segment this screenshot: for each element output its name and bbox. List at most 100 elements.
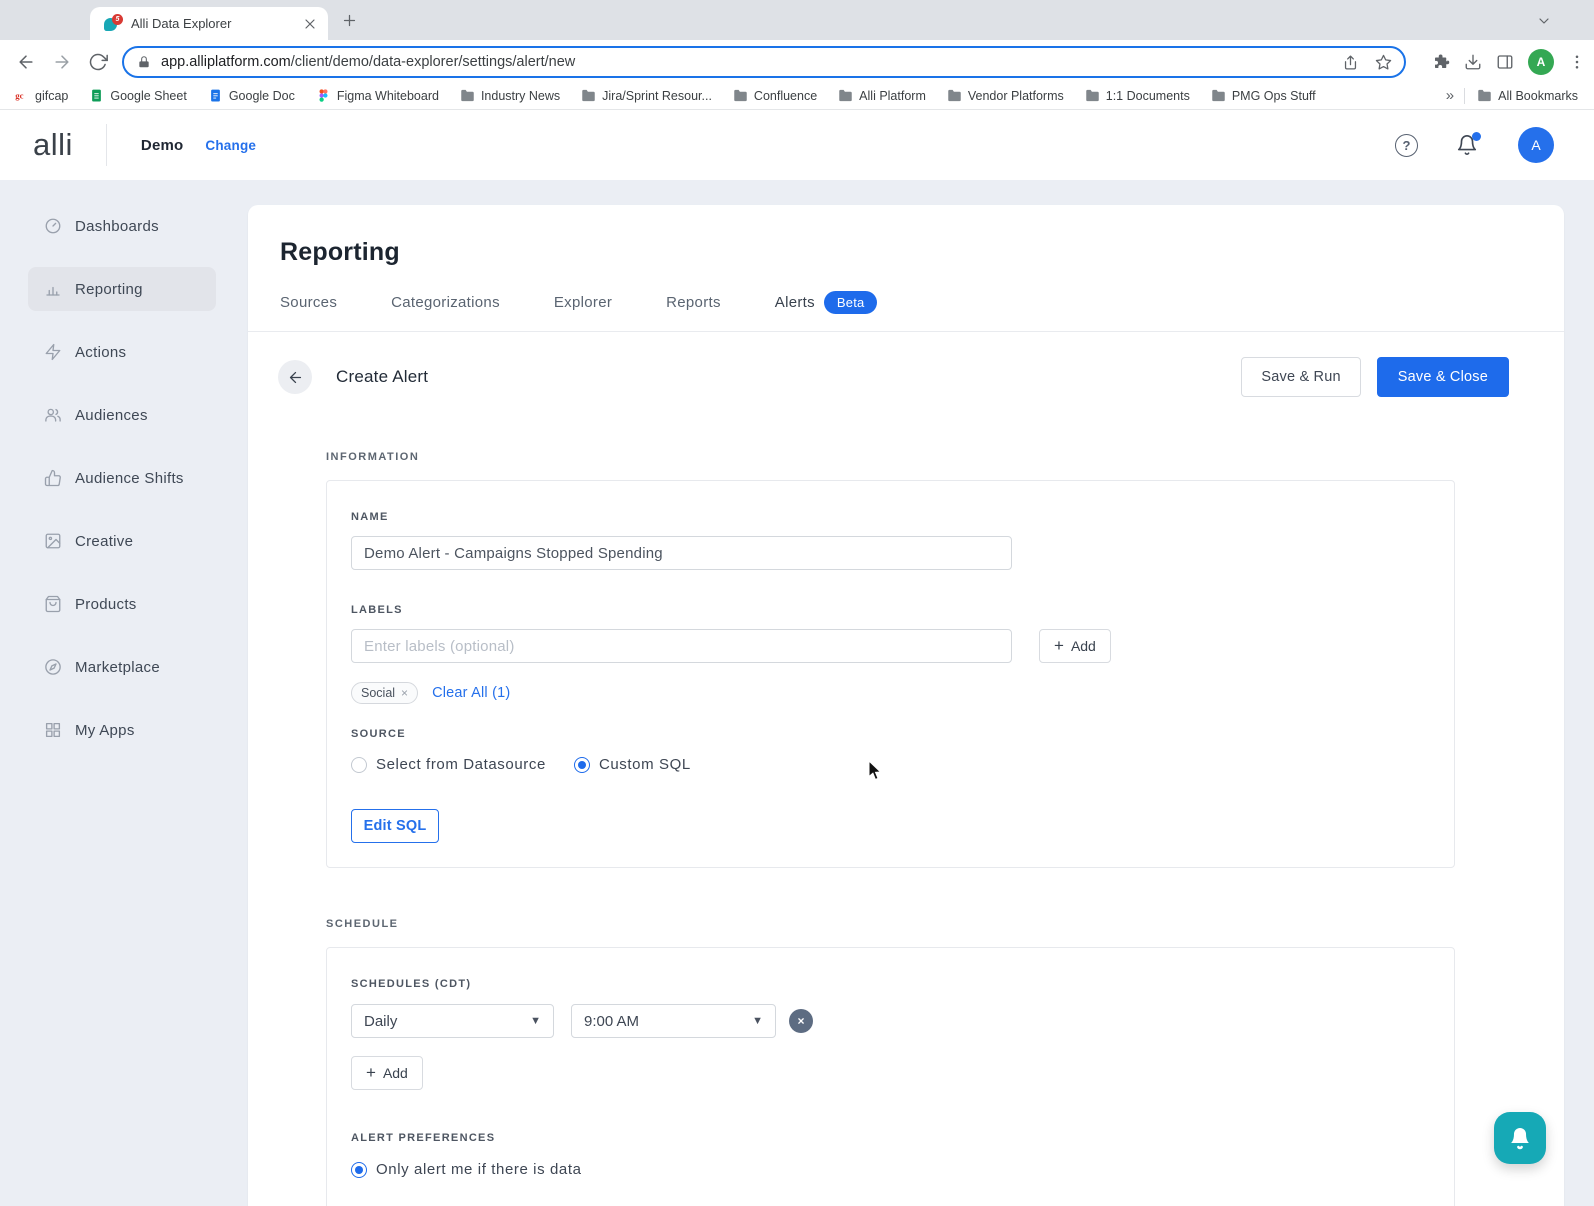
- radio-select-from-datasource[interactable]: Select from Datasource: [351, 756, 546, 773]
- add-schedule-button[interactable]: + Add: [351, 1056, 423, 1090]
- back-button-circle[interactable]: [278, 360, 312, 394]
- radio-checked-icon: [351, 1161, 367, 1178]
- bag-icon: [44, 595, 62, 613]
- bookmark-label: Jira/Sprint Resour...: [602, 88, 712, 103]
- schedule-section-label: SCHEDULE: [326, 918, 399, 930]
- chevron-down-icon: ▼: [530, 1015, 541, 1027]
- label-chip[interactable]: Social ×: [351, 682, 419, 704]
- bookmark-item[interactable]: Vendor Platforms: [947, 88, 1064, 103]
- bookmark-item[interactable]: Google Doc: [208, 88, 295, 103]
- bookmark-item[interactable]: Confluence: [733, 88, 817, 103]
- tab[interactable]: Categorizations: [391, 294, 500, 311]
- notifications-bell-icon[interactable]: [1456, 132, 1481, 156]
- bookmark-star-icon[interactable]: [1375, 54, 1392, 71]
- remove-schedule-button[interactable]: ×: [789, 1009, 813, 1033]
- sidebar-item[interactable]: Audience Shifts: [28, 456, 216, 500]
- bookmark-item[interactable]: Google Sheet: [89, 88, 187, 103]
- sidebar-item[interactable]: Reporting: [28, 267, 216, 311]
- downloads-icon[interactable]: [1464, 53, 1482, 71]
- sidebar-item-label: Reporting: [75, 280, 143, 298]
- sidebar-item-label: Dashboards: [75, 217, 159, 235]
- sidebar-item[interactable]: Dashboards: [28, 204, 216, 248]
- doc-icon: [208, 88, 223, 103]
- bookmarks-divider: [1464, 87, 1466, 104]
- bookmark-item[interactable]: 1:1 Documents: [1085, 88, 1190, 103]
- bookmark-item[interactable]: Alli Platform: [838, 88, 926, 103]
- alert-name-input[interactable]: [351, 536, 1012, 570]
- bookmark-label: Google Sheet: [110, 88, 187, 103]
- all-bookmarks-button[interactable]: All Bookmarks: [1477, 88, 1578, 103]
- url-bar[interactable]: app.alliplatform.com/client/demo/data-ex…: [122, 46, 1406, 78]
- url-text[interactable]: app.alliplatform.com/client/demo/data-ex…: [161, 54, 1326, 70]
- radio-custom-sql[interactable]: Custom SQL: [573, 756, 691, 773]
- extensions-icon[interactable]: [1432, 53, 1450, 71]
- share-icon[interactable]: [1342, 54, 1359, 71]
- bookmark-label: PMG Ops Stuff: [1231, 88, 1316, 103]
- sidebar-item[interactable]: Marketplace: [28, 645, 216, 689]
- back-button[interactable]: [16, 52, 36, 72]
- figma-icon: [316, 88, 331, 103]
- browser-profile-avatar[interactable]: A: [1528, 49, 1554, 75]
- alli-logo[interactable]: alli: [33, 127, 73, 163]
- side-panel-icon[interactable]: [1496, 53, 1514, 71]
- bookmark-item[interactable]: PMG Ops Stuff: [1211, 88, 1316, 103]
- sidebar-item[interactable]: Creative: [28, 519, 216, 563]
- bookmark-label: Figma Whiteboard: [336, 88, 439, 103]
- chip-remove-icon[interactable]: ×: [401, 686, 408, 700]
- main-content-card: Reporting Sources Categorizations Explor…: [248, 205, 1564, 1206]
- reload-button[interactable]: [88, 52, 108, 72]
- sidebar-item-label: My Apps: [75, 721, 135, 739]
- app-header: alli Demo Change ? A: [0, 110, 1594, 180]
- save-and-run-button[interactable]: Save & Run: [1241, 357, 1361, 397]
- forward-button[interactable]: [52, 52, 72, 72]
- sidebar-item[interactable]: Audiences: [28, 393, 216, 437]
- help-icon[interactable]: ?: [1395, 133, 1418, 157]
- tab[interactable]: Explorer: [554, 294, 612, 311]
- tab-close-icon[interactable]: [302, 16, 318, 32]
- edit-sql-button[interactable]: Edit SQL: [351, 809, 439, 843]
- save-and-close-button[interactable]: Save & Close: [1376, 357, 1509, 397]
- bar-chart-icon: [44, 280, 62, 298]
- labels-label: LABELS: [351, 604, 403, 616]
- image-icon: [44, 532, 62, 550]
- schedule-section: SCHEDULE SCHEDULES (CDT) Daily ▼ 9:00 AM…: [326, 918, 1455, 1206]
- sidebar: Dashboards Reporting Actions Audiences A…: [0, 180, 248, 771]
- sidebar-item[interactable]: Products: [28, 582, 216, 626]
- tab[interactable]: Alerts Beta: [775, 291, 878, 314]
- bookmarks-overflow-chevrons[interactable]: »: [1446, 87, 1454, 104]
- labels-input[interactable]: [351, 629, 1012, 663]
- time-select[interactable]: 9:00 AM ▼: [571, 1004, 776, 1038]
- sidebar-item[interactable]: My Apps: [28, 708, 216, 752]
- reporting-tabs: Sources Categorizations Explorer Reports…: [248, 267, 1564, 332]
- bookmark-label: Google Doc: [228, 88, 295, 103]
- label-chips-row: Social × Clear All (1): [351, 682, 1430, 704]
- tab-search-chevron-icon[interactable]: [1536, 13, 1552, 29]
- tab[interactable]: Reports: [666, 294, 721, 311]
- bookmark-item[interactable]: Industry News: [460, 88, 560, 103]
- sidebar-item-label: Creative: [75, 532, 134, 550]
- browser-tab[interactable]: 5 Alli Data Explorer: [90, 7, 328, 40]
- bookmark-item[interactable]: Jira/Sprint Resour...: [581, 88, 712, 103]
- add-label-button[interactable]: + Add: [1039, 629, 1111, 663]
- user-avatar[interactable]: A: [1518, 127, 1554, 163]
- alert-preferences-label: ALERT PREFERENCES: [351, 1132, 496, 1144]
- bookmark-item[interactable]: gc gifcap: [14, 88, 68, 103]
- page-title: Reporting: [280, 238, 400, 266]
- browser-menu-icon[interactable]: [1568, 53, 1586, 71]
- bookmark-label: Alli Platform: [859, 88, 926, 103]
- clear-all-link[interactable]: Clear All (1): [432, 685, 510, 701]
- frequency-select[interactable]: Daily ▼: [351, 1004, 554, 1038]
- sidebar-item-label: Marketplace: [75, 658, 161, 676]
- folder-icon: [838, 88, 853, 103]
- new-tab-button[interactable]: [341, 12, 358, 29]
- gauge-icon: [44, 217, 62, 235]
- source-radio-group: Select from Datasource Custom SQL: [351, 756, 1430, 773]
- bookmark-item[interactable]: Figma Whiteboard: [316, 88, 439, 103]
- schedule-panel: SCHEDULES (CDT) Daily ▼ 9:00 AM ▼ × + Add: [326, 947, 1455, 1206]
- sidebar-item[interactable]: Actions: [28, 330, 216, 374]
- lock-icon[interactable]: [137, 55, 151, 69]
- notifications-fab[interactable]: [1494, 1112, 1546, 1164]
- radio-only-alert-if-data[interactable]: Only alert me if there is data: [351, 1161, 1430, 1178]
- tab[interactable]: Sources: [280, 294, 337, 311]
- change-client-link[interactable]: Change: [205, 138, 256, 153]
